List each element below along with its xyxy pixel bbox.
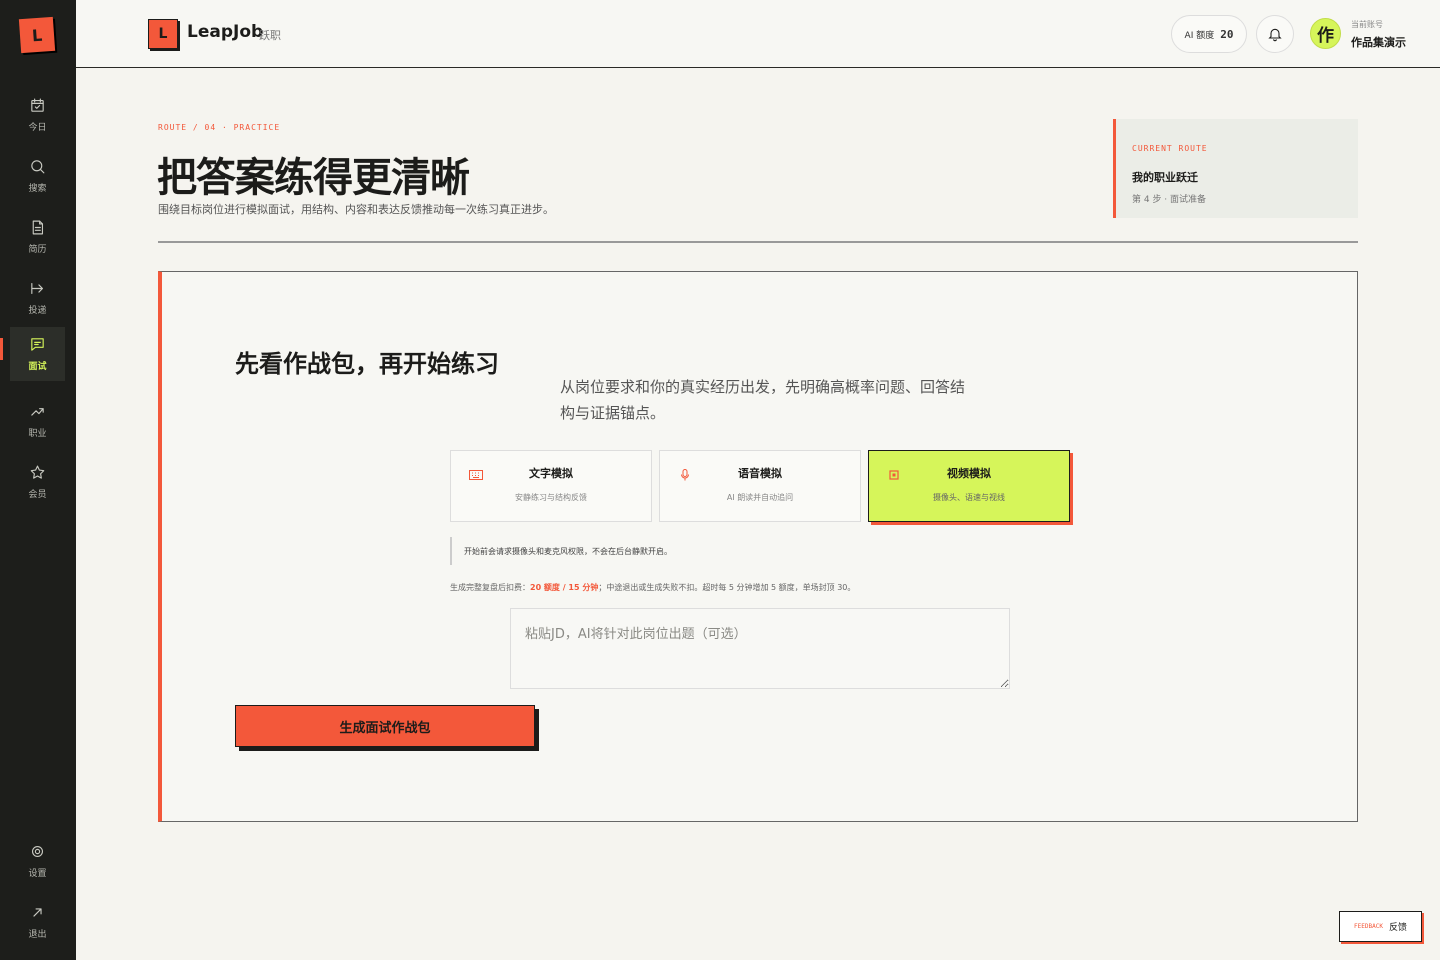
route-breadcrumb: ROUTE / 04 · PRACTICE bbox=[158, 123, 281, 132]
cost-suffix: ；中途退出或生成失败不扣。超时每 5 分钟增加 5 额度，单场封顶 30。 bbox=[598, 583, 856, 592]
mode-title: 视频模拟 bbox=[947, 467, 991, 480]
sidebar-item-label: 投递 bbox=[28, 306, 47, 316]
star-icon bbox=[30, 465, 45, 479]
mode-title: 文字模拟 bbox=[529, 467, 573, 480]
sidebar-item-membership[interactable]: 会员 bbox=[10, 455, 65, 509]
brand-name: LeapJob bbox=[187, 22, 264, 42]
mode-description: 安静练习与结构反馈 bbox=[515, 493, 587, 502]
mode-text-simulation[interactable]: 文字模拟 安静练习与结构反馈 bbox=[450, 450, 652, 522]
sidebar-item-label: 搜索 bbox=[28, 184, 47, 194]
account-label: 当前账号 bbox=[1351, 20, 1383, 29]
current-route-card[interactable]: CURRENT ROUTE 我的职业跃迁 第 4 步 · 面试准备 bbox=[1113, 119, 1358, 218]
sidebar-item-label: 面试 bbox=[28, 362, 47, 372]
sidebar-item-search[interactable]: 搜索 bbox=[10, 149, 65, 203]
arrow-out-icon bbox=[33, 908, 42, 917]
feedback-label-en: FEEDBACK bbox=[1354, 923, 1383, 930]
gear-icon bbox=[31, 845, 44, 858]
sidebar-item-label: 设置 bbox=[28, 869, 47, 879]
sidebar-item-logout[interactable]: 退出 bbox=[10, 895, 65, 949]
account-name[interactable]: 作品集演示 bbox=[1351, 34, 1406, 50]
sidebar-item-label: 会员 bbox=[28, 490, 47, 500]
ai-quota-badge[interactable]: AI 额度 20 bbox=[1171, 15, 1247, 53]
bell-icon bbox=[1268, 28, 1282, 42]
hero-divider bbox=[158, 241, 1358, 243]
card-description: 从岗位要求和你的真实经历出发，先明确高概率问题、回答结构与证据锚点。 bbox=[560, 378, 966, 422]
card-title: 先看作战包，再开始练习 bbox=[235, 350, 499, 378]
chat-bubble-icon bbox=[31, 338, 44, 351]
sidebar-item-label: 退出 bbox=[28, 930, 47, 940]
sidebar-item-apply[interactable]: 投递 bbox=[10, 271, 65, 325]
sidebar-item-label: 今日 bbox=[28, 123, 47, 133]
notifications-button[interactable] bbox=[1256, 15, 1294, 53]
sidebar-item-label: 简历 bbox=[28, 245, 47, 255]
avatar[interactable]: 作 bbox=[1310, 18, 1341, 49]
brand-logo[interactable]: L bbox=[148, 19, 178, 49]
mode-title: 语音模拟 bbox=[738, 467, 782, 480]
sidebar-item-resume[interactable]: 简历 bbox=[10, 210, 65, 264]
current-route-step: 第 4 步 · 面试准备 bbox=[1132, 195, 1207, 205]
sidebar-item-label: 职业 bbox=[28, 429, 47, 439]
feedback-label-cn: 反馈 bbox=[1388, 923, 1407, 933]
quota-label: AI 额度 bbox=[1184, 30, 1215, 41]
sidebar-item-today[interactable]: 今日 bbox=[10, 88, 65, 142]
quota-value: 20 bbox=[1220, 27, 1234, 41]
send-arrow-icon bbox=[31, 282, 44, 295]
mode-video-simulation[interactable]: 视频模拟 摄像头、语速与视线 bbox=[868, 450, 1070, 522]
document-icon bbox=[32, 220, 44, 235]
jd-input[interactable] bbox=[510, 608, 1010, 689]
page-subtitle: 围绕目标岗位进行模拟面试，用结构、内容和表达反馈推动每一次练习真正进步。 bbox=[158, 203, 554, 216]
current-route-label: CURRENT ROUTE bbox=[1132, 144, 1208, 153]
feedback-button[interactable]: FEEDBACK 反馈 bbox=[1339, 911, 1422, 942]
cost-prefix: 生成完整复盘后扣费： bbox=[450, 583, 530, 592]
calendar-check-icon bbox=[31, 98, 44, 112]
current-route-name: 我的职业跃迁 bbox=[1132, 171, 1198, 184]
search-icon bbox=[31, 160, 45, 174]
mode-description: 摄像头、语速与视线 bbox=[933, 493, 1005, 502]
sidebar: L 今日 搜索 简历 投递 面试 职业 会员 设置 退出 bbox=[0, 0, 76, 960]
generate-prep-pack-button[interactable]: 生成面试作战包 bbox=[235, 705, 535, 747]
top-bar: L LeapJob 跃职 AI 额度 20 作 当前账号 作品集演示 bbox=[76, 0, 1440, 68]
brand-chinese-name: 跃职 bbox=[259, 29, 281, 42]
sidebar-logo[interactable]: L bbox=[18, 16, 56, 54]
mode-voice-simulation[interactable]: 语音模拟 AI 朗读并自动追问 bbox=[659, 450, 861, 522]
cost-highlight: 20 额度 / 15 分钟 bbox=[530, 583, 599, 592]
trend-up-icon bbox=[31, 408, 44, 416]
active-nav-marker bbox=[0, 338, 3, 360]
mode-description: AI 朗读并自动追问 bbox=[726, 493, 794, 502]
permission-notice: 开始前会请求摄像头和麦克风权限，不会在后台静默开启。 bbox=[450, 537, 1070, 565]
sidebar-item-interview[interactable]: 面试 bbox=[10, 327, 65, 381]
page-title: 把答案练得更清晰 bbox=[157, 155, 470, 201]
sidebar-item-settings[interactable]: 设置 bbox=[10, 834, 65, 888]
sidebar-item-career[interactable]: 职业 bbox=[10, 394, 65, 448]
cost-info: 生成完整复盘后扣费：20 额度 / 15 分钟；中途退出或生成失败不扣。超时每 … bbox=[450, 582, 855, 593]
